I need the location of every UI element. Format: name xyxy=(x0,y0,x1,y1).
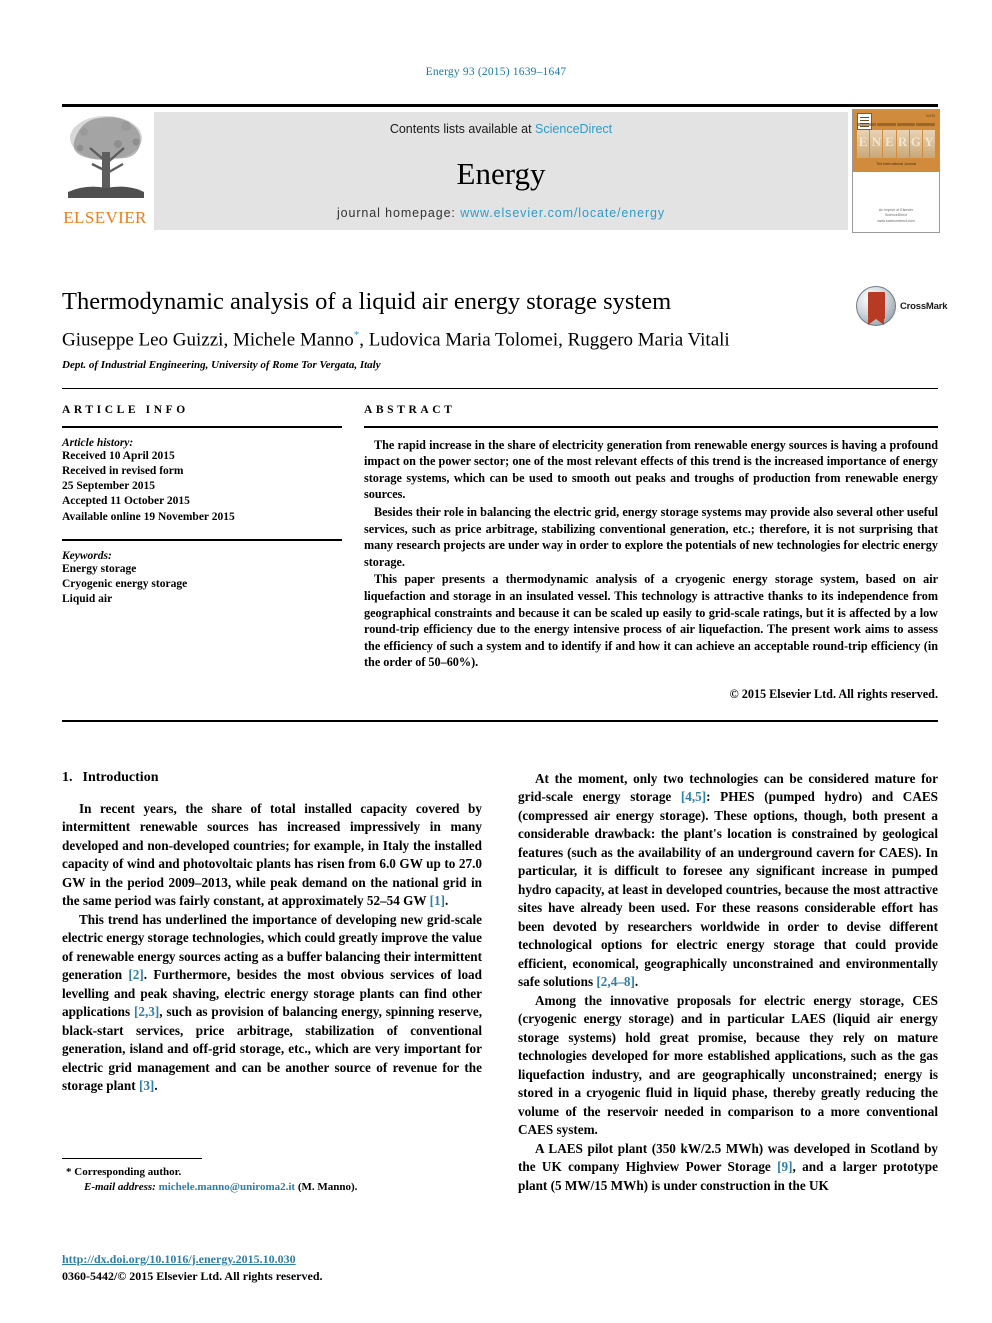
email-link[interactable]: michele.manno@uniroma2.it xyxy=(159,1181,296,1193)
cover-label-1 xyxy=(857,123,876,126)
cover-issue-label: Vol 93 xyxy=(926,114,935,118)
keywords-rule xyxy=(62,539,342,541)
cover-label-3 xyxy=(896,123,916,126)
section-title-text: Introduction xyxy=(82,770,159,785)
journal-homepage-line: journal homepage: www.elsevier.com/locat… xyxy=(154,206,848,220)
keyword-0: Energy storage xyxy=(62,562,137,575)
cover-cell-e: E xyxy=(857,130,870,158)
abstract-paragraph-1: Besides their role in balancing the elec… xyxy=(364,504,938,569)
paper-page: Energy 93 (2015) 1639–1647 ELSEVIER Cont… xyxy=(0,0,992,1323)
cover-energy-wordmark: E N E R G Y xyxy=(857,130,936,158)
homepage-url-link[interactable]: www.elsevier.com/locate/energy xyxy=(460,206,665,220)
title-block: Thermodynamic analysis of a liquid air e… xyxy=(62,288,938,371)
elsevier-wordmark: ELSEVIER xyxy=(63,208,147,227)
cover-cell-r: R xyxy=(896,130,909,158)
cover-top-panel: Vol 93 E N E R G Y The International Jou… xyxy=(853,110,939,172)
body-column-right: At the moment, only two technologies can… xyxy=(518,770,938,1195)
intro-paragraph-0: In recent years, the share of total inst… xyxy=(62,801,482,909)
intro-paragraph-4: A LAES pilot plant (350 kW/2.5 MWh) was … xyxy=(518,1140,938,1193)
keyword-1: Cryogenic energy storage xyxy=(62,577,188,590)
section-number: 1. xyxy=(62,770,73,785)
intro-paragraph-2: At the moment, only two technologies can… xyxy=(518,771,938,990)
cover-footer-text: An Imprint of Elsevier ScienceDirect www… xyxy=(853,208,939,224)
contents-available-line: Contents lists available at ScienceDirec… xyxy=(154,122,848,136)
abstract-paragraph-0: The rapid increase in the share of elect… xyxy=(364,437,938,502)
body-separator-rule xyxy=(62,720,938,722)
footnote-block: * Corresponding author. E-mail address: … xyxy=(62,1158,482,1196)
journal-title: Energy xyxy=(456,156,546,191)
journal-masthead: ELSEVIER Contents lists available at Sci… xyxy=(62,104,940,233)
cover-caption: The International Journal xyxy=(876,162,916,166)
article-info-heading: ARTICLE INFO xyxy=(62,404,189,416)
cover-label-strip xyxy=(857,123,935,126)
section-heading-introduction: 1. Introduction xyxy=(62,770,482,786)
cover-cell-e2: E xyxy=(883,130,896,158)
homepage-prefix: journal homepage: xyxy=(336,206,461,220)
keywords-label: Keywords: xyxy=(62,549,112,562)
issn-copyright-line: 0360-5442/© 2015 Elsevier Ltd. All right… xyxy=(62,1269,323,1283)
doi-link[interactable]: http://dx.doi.org/10.1016/j.energy.2015.… xyxy=(62,1252,562,1267)
author-list: Giuseppe Leo Guizzi, Michele Manno*, Lud… xyxy=(62,329,938,352)
crossmark-bookmark-icon xyxy=(868,292,885,325)
info-abstract-top-rule xyxy=(62,388,938,389)
article-history-1: Received in revised form xyxy=(62,464,184,477)
elsevier-tree-icon xyxy=(68,116,144,198)
contents-prefix: Contents lists available at xyxy=(389,122,536,136)
abstract-heading: ABSTRACT xyxy=(364,404,456,416)
abstract-rule xyxy=(364,426,938,428)
abstract-paragraph-2: This paper presents a thermodynamic anal… xyxy=(364,572,938,670)
email-label: E-mail address: xyxy=(84,1181,156,1194)
affiliation: Dept. of Industrial Engineering, Univers… xyxy=(62,359,381,372)
cover-cell-n: N xyxy=(870,130,883,158)
cover-cell-g: G xyxy=(909,130,922,158)
abstract-copyright: © 2015 Elsevier Ltd. All rights reserved… xyxy=(729,686,938,701)
article-history-0: Received 10 April 2015 xyxy=(62,449,175,462)
keyword-2: Liquid air xyxy=(62,593,113,606)
running-head: Energy 93 (2015) 1639–1647 xyxy=(425,66,567,78)
abstract-body: The rapid increase in the share of elect… xyxy=(364,437,938,671)
authors-first: Giuseppe Leo Guizzi, Michele Manno xyxy=(62,329,354,351)
email-note: E-mail address: michele.manno@uniroma2.i… xyxy=(62,1180,482,1195)
body-column-left: 1. Introduction In recent years, the shar… xyxy=(62,770,482,1096)
article-history-4: Available online 19 November 2015 xyxy=(62,510,235,523)
authors-rest: , Ludovica Maria Tolomei, Ruggero Maria … xyxy=(359,329,730,351)
cover-mini-logo-icon xyxy=(857,113,872,130)
abstract-column: ABSTRACT The rapid increase in the share… xyxy=(364,404,938,702)
elsevier-logo: ELSEVIER xyxy=(62,112,148,230)
cover-label-2 xyxy=(876,123,896,126)
crossmark-circle-icon xyxy=(856,286,896,326)
corresponding-author-note: * Corresponding author. xyxy=(66,1166,182,1178)
article-info-rule xyxy=(62,426,342,428)
intro-paragraph-3: Among the innovative proposals for elect… xyxy=(518,992,938,1138)
article-history-label: Article history: xyxy=(62,436,134,449)
footnote-rule xyxy=(62,1158,202,1159)
cover-cell-y: Y xyxy=(922,130,936,158)
article-history-3: Accepted 11 October 2015 xyxy=(62,495,190,508)
masthead-top-rule xyxy=(62,104,938,107)
intro-paragraph-1: This trend has underlined the importance… xyxy=(62,911,482,1094)
email-suffix: (M. Manno). xyxy=(297,1181,358,1194)
cover-footer-line3: www.sciencedirect.com xyxy=(877,218,915,223)
crossmark-badge[interactable]: CrossMark xyxy=(856,286,948,328)
article-history-2: 25 September 2015 xyxy=(62,480,156,493)
page-title: Thermodynamic analysis of a liquid air e… xyxy=(62,288,672,315)
cover-label-4 xyxy=(916,123,935,126)
doi-block: http://dx.doi.org/10.1016/j.energy.2015.… xyxy=(62,1252,562,1284)
article-info-column: ARTICLE INFO Article history: Received 1… xyxy=(62,404,342,607)
journal-cover-thumbnail: Vol 93 E N E R G Y The International Jou… xyxy=(852,109,940,233)
journal-banner: Contents lists available at ScienceDirec… xyxy=(154,112,848,230)
sciencedirect-link[interactable]: ScienceDirect xyxy=(535,122,612,136)
crossmark-label: CrossMark xyxy=(900,301,948,312)
